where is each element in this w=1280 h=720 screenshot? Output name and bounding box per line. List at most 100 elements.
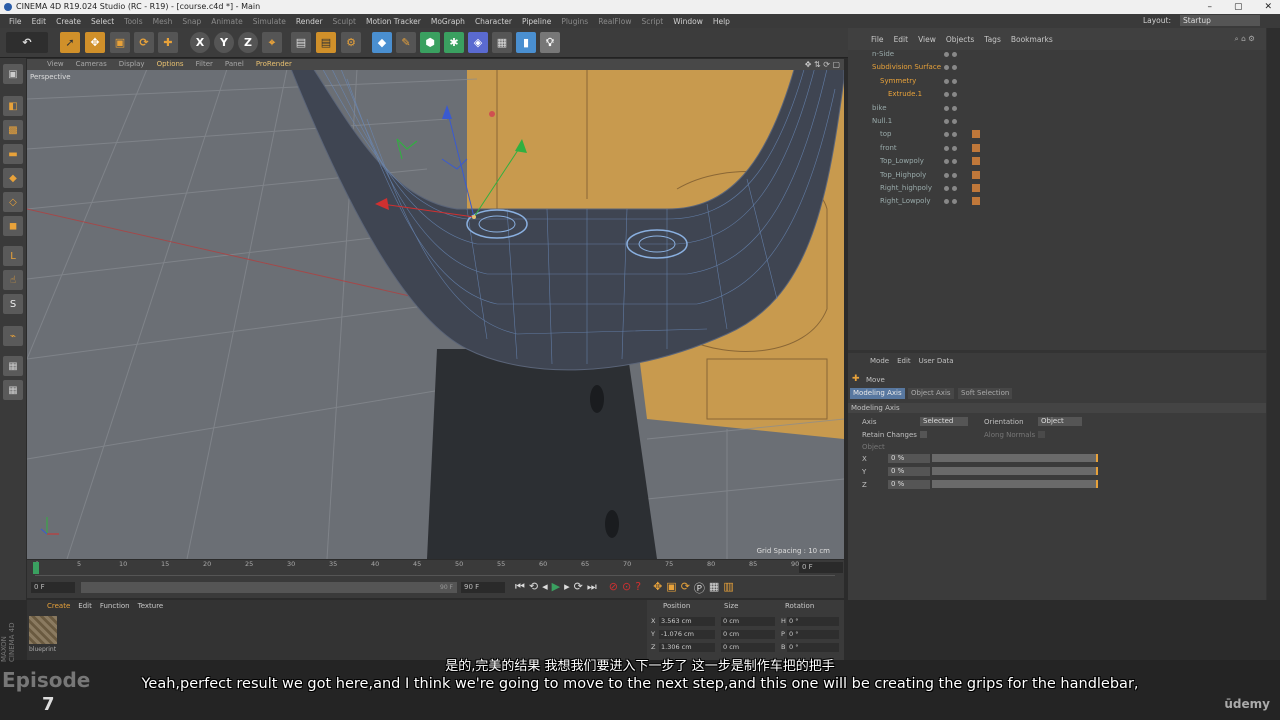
mat-menu-texture[interactable]: Texture xyxy=(134,600,168,612)
material-name[interactable]: blueprint xyxy=(29,646,56,653)
scale-tool-icon[interactable]: ▣ xyxy=(110,32,130,53)
visibility-flags[interactable] xyxy=(944,115,958,128)
menu-mograph[interactable]: MoGraph xyxy=(426,17,470,26)
render-picture-viewer-icon[interactable]: ▤ xyxy=(316,32,336,53)
menu-help[interactable]: Help xyxy=(708,17,735,26)
visibility-flags[interactable] xyxy=(944,142,958,155)
x-percent-field[interactable]: 0 % xyxy=(888,454,930,463)
texture-mode-icon[interactable]: ▩ xyxy=(3,120,23,140)
key-scale-icon[interactable]: ▣ xyxy=(666,580,676,596)
texture-tag-icon[interactable] xyxy=(972,197,980,206)
viewport-menu-options[interactable]: Options xyxy=(151,59,190,70)
visibility-flags[interactable] xyxy=(944,155,958,168)
menu-sculpt[interactable]: Sculpt xyxy=(328,17,361,26)
menu-render[interactable]: Render xyxy=(291,17,328,26)
object-row[interactable]: Right_Lowpoly xyxy=(848,195,1266,208)
key-rotation-icon[interactable]: ⟳ xyxy=(681,580,690,596)
z-percent-field[interactable]: 0 % xyxy=(888,480,930,489)
rotate-tool-icon[interactable]: ⟳ xyxy=(134,32,154,53)
timeline-settings-icon[interactable]: ▥ xyxy=(723,580,733,596)
object-name[interactable]: n-Side xyxy=(872,48,894,61)
am-menu-edit[interactable]: Edit xyxy=(893,355,915,367)
snap-icon[interactable]: ⌁ xyxy=(3,326,23,346)
mat-menu-create[interactable]: Create xyxy=(43,600,74,612)
y-slider[interactable] xyxy=(932,467,1098,475)
object-name[interactable]: bike xyxy=(872,102,887,115)
object-row[interactable]: Right_highpoly xyxy=(848,182,1266,195)
texture-tag-icon[interactable] xyxy=(972,170,980,179)
visibility-flags[interactable] xyxy=(944,61,958,74)
menu-script[interactable]: Script xyxy=(637,17,669,26)
keyframe-selection-icon[interactable]: ? xyxy=(635,580,641,596)
object-row[interactable]: Subdivision Surface xyxy=(848,61,1266,74)
goto-end-icon[interactable]: ⏭ xyxy=(587,580,597,596)
object-name[interactable]: Right_Lowpoly xyxy=(880,195,931,208)
viewport-menu-filter[interactable]: Filter xyxy=(190,59,219,70)
workplane-lock-icon[interactable]: ▦ xyxy=(3,356,23,376)
x-axis-lock-icon[interactable]: X xyxy=(190,32,210,53)
object-row[interactable]: Null.1 xyxy=(848,115,1266,128)
object-row[interactable]: top xyxy=(848,128,1266,141)
subdivision-generator-icon[interactable]: ⬢ xyxy=(420,32,440,53)
menu-snap[interactable]: Snap xyxy=(177,17,206,26)
material-thumbnail[interactable] xyxy=(29,616,57,644)
menu-select[interactable]: Select xyxy=(86,17,119,26)
object-name[interactable]: Right_highpoly xyxy=(880,182,932,195)
move-tool-icon[interactable]: ✥ xyxy=(85,32,105,53)
visibility-flags[interactable] xyxy=(944,182,958,195)
object-row[interactable]: n-Side xyxy=(848,48,1266,61)
floor-scene-icon[interactable]: ▦ xyxy=(492,32,512,53)
coordinate-system-icon[interactable]: ⌖ xyxy=(262,32,282,53)
size-field[interactable]: 0 cm xyxy=(721,630,775,639)
object-row[interactable]: Symmetry xyxy=(848,75,1266,88)
visibility-flags[interactable] xyxy=(944,48,958,61)
camera-icon[interactable]: ▮ xyxy=(516,32,536,53)
om-menu-view[interactable]: View xyxy=(913,35,941,44)
object-row[interactable]: front xyxy=(848,142,1266,155)
prev-frame-icon[interactable]: ◂ xyxy=(542,580,548,596)
model-mode-icon[interactable]: ◧ xyxy=(3,96,23,116)
om-search-icon[interactable]: ⌕ ⌂ ⚙ xyxy=(1230,34,1260,44)
rotation-field[interactable]: 0 ° xyxy=(787,643,839,652)
object-row[interactable]: bike xyxy=(848,102,1266,115)
om-menu-file[interactable]: File xyxy=(866,35,889,44)
menu-pipeline[interactable]: Pipeline xyxy=(517,17,556,26)
menu-file[interactable]: File xyxy=(4,17,27,26)
menu-plugins[interactable]: Plugins xyxy=(556,17,593,26)
workplane-icon[interactable]: ▬ xyxy=(3,144,23,164)
om-menu-objects[interactable]: Objects xyxy=(941,35,979,44)
key-position-icon[interactable]: ✥ xyxy=(653,580,662,596)
tab-object-axis[interactable]: Object Axis xyxy=(908,388,954,399)
next-key-icon[interactable]: ⟳ xyxy=(574,580,583,596)
deformer-icon[interactable]: ◈ xyxy=(468,32,488,53)
menu-character[interactable]: Character xyxy=(470,17,517,26)
rotation-field[interactable]: 0 ° xyxy=(787,617,839,626)
object-name[interactable]: Extrude.1 xyxy=(888,88,922,101)
y-percent-field[interactable]: 0 % xyxy=(888,467,930,476)
tab-soft-selection[interactable]: Soft Selection xyxy=(958,388,1013,399)
size-field[interactable]: 0 cm xyxy=(721,617,775,626)
record-keys-icon[interactable]: ⊘ xyxy=(609,580,618,596)
menu-animate[interactable]: Animate xyxy=(206,17,247,26)
menu-window[interactable]: Window xyxy=(668,17,708,26)
light-icon[interactable]: 💡︎ xyxy=(540,32,560,53)
position-field[interactable]: 1.306 cm xyxy=(659,643,715,652)
object-name[interactable]: Top_Lowpoly xyxy=(880,155,924,168)
viewport-menu-display[interactable]: Display xyxy=(113,59,151,70)
object-row[interactable]: Top_Lowpoly xyxy=(848,155,1266,168)
object-row[interactable]: Top_Highpoly xyxy=(848,169,1266,182)
timeline-ruler[interactable]: 051015202530354045505560657075808590 xyxy=(35,560,835,576)
object-name[interactable]: Top_Highpoly xyxy=(880,169,926,182)
render-settings-icon[interactable]: ⚙ xyxy=(341,32,361,53)
viewport-nav-icons[interactable]: ✥ ⇅ ⟳ ▢ xyxy=(805,59,840,70)
current-frame-field[interactable]: 0 F xyxy=(799,562,843,573)
texture-tag-icon[interactable] xyxy=(972,157,980,166)
orientation-dropdown[interactable]: Object xyxy=(1038,417,1082,426)
position-field[interactable]: -1.076 cm xyxy=(659,630,715,639)
visibility-flags[interactable] xyxy=(944,102,958,115)
playhead[interactable] xyxy=(33,562,39,574)
menu-simulate[interactable]: Simulate xyxy=(248,17,291,26)
om-menu-bookmarks[interactable]: Bookmarks xyxy=(1006,35,1058,44)
mat-menu-function[interactable]: Function xyxy=(96,600,134,612)
minimize-button[interactable]: – xyxy=(1207,0,1212,14)
